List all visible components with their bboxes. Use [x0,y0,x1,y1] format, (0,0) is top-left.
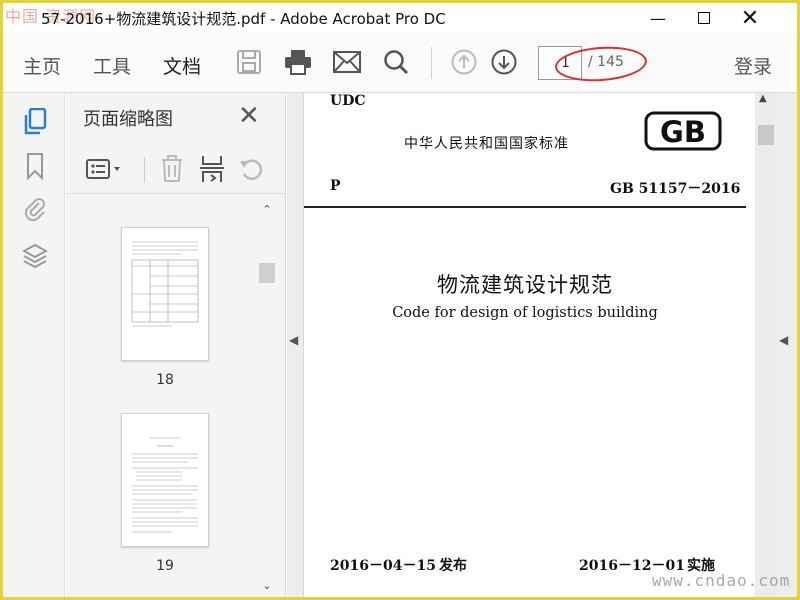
thumbnail-page-19[interactable] [121,413,209,547]
search-icon[interactable] [381,47,411,77]
scroll-down-icon[interactable]: ⌄ [259,579,275,593]
document-title-en: Code for design of logistics building [392,305,658,321]
maximize-button[interactable] [681,3,727,33]
layers-icon[interactable] [21,241,49,271]
title-bar: 中国 资源网 57-2016+物流建筑设计规范.pdf - Adobe Acro… [3,3,797,33]
gb-logo: GB [644,111,722,151]
insert-page-icon[interactable] [196,153,228,185]
thumbnail-scrollbar[interactable]: ⌃ ⌄ [258,203,276,593]
close-panel-button[interactable]: ✕ [238,101,268,131]
document-title-cn: 物流建筑设计规范 [437,273,613,297]
page-up-icon[interactable] [449,47,479,77]
pdf-page: UDC 中华人民共和国国家标准 GB P GB 51157－2016 物流建筑设… [303,93,758,597]
site-watermark: www.cndao.com [652,571,791,590]
standard-header: 中华人民共和国国家标准 [404,136,569,152]
udc-label: UDC [330,93,366,109]
thumbnail-page-number: 19 [156,558,174,574]
maximize-icon [698,12,710,24]
close-window-button[interactable]: ✕ [727,3,773,33]
publish-date: 2016－04－15 [330,558,436,574]
minimize-button[interactable]: — [635,3,681,33]
collapse-right-panel-icon[interactable]: ◀ [779,333,788,347]
thumbnail-page-number: 18 [156,372,174,388]
panel-divider [66,193,286,194]
delete-icon[interactable] [156,153,188,185]
print-icon[interactable] [283,47,313,77]
scrollbar-thumb[interactable] [259,263,275,283]
thumbnail-panel-title: 页面缩略图 [83,109,173,130]
thumbnail-toolbar-divider [144,157,145,183]
collapse-left-panel-icon[interactable]: ◀ [289,333,298,347]
login-button[interactable]: 登录 [734,52,772,79]
scroll-up-icon[interactable]: ▲ [759,93,767,104]
bookmark-icon[interactable] [21,151,49,181]
tab-home[interactable]: 主页 [23,52,61,79]
minimize-icon: — [650,8,666,28]
scrollbar-thumb[interactable] [758,125,774,145]
options-menu-icon[interactable] [84,153,126,185]
tab-document[interactable]: 文档 [163,52,201,79]
header-rule [304,206,746,208]
close-icon: ✕ [740,5,760,31]
p-code: P [330,178,341,194]
scroll-up-icon[interactable]: ⌃ [259,203,275,217]
save-icon[interactable] [234,47,264,77]
window-title: 57-2016+物流建筑设计规范.pdf - Adobe Acrobat Pro… [41,10,446,28]
page-thumbnails-icon[interactable] [21,107,49,137]
tab-tools[interactable]: 工具 [93,52,131,79]
document-viewer: ◀ ◀ UDC 中华人民共和国国家标准 GB P GB 51157－2016 物… [287,93,797,597]
main-toolbar: 主页 工具 文档 1 / 145 登录 [3,33,797,93]
email-icon[interactable] [332,47,362,77]
document-scrollbar[interactable]: ▲ [755,93,777,597]
gb-standard-number: GB 51157－2016 [610,181,741,197]
svg-text:GB: GB [660,115,706,149]
page-down-icon[interactable] [489,47,519,77]
thumbnail-panel: 页面缩略图 ✕ 18 19 ⌃ ⌄ [66,93,286,597]
publish-label: 发布 [439,558,467,574]
attachment-icon[interactable] [21,194,49,224]
toolbar-divider [431,47,432,79]
thumbnail-toolbar [66,149,286,189]
left-rail [3,93,65,597]
rotate-icon[interactable] [236,153,268,185]
thumbnail-page-18[interactable] [121,227,209,361]
